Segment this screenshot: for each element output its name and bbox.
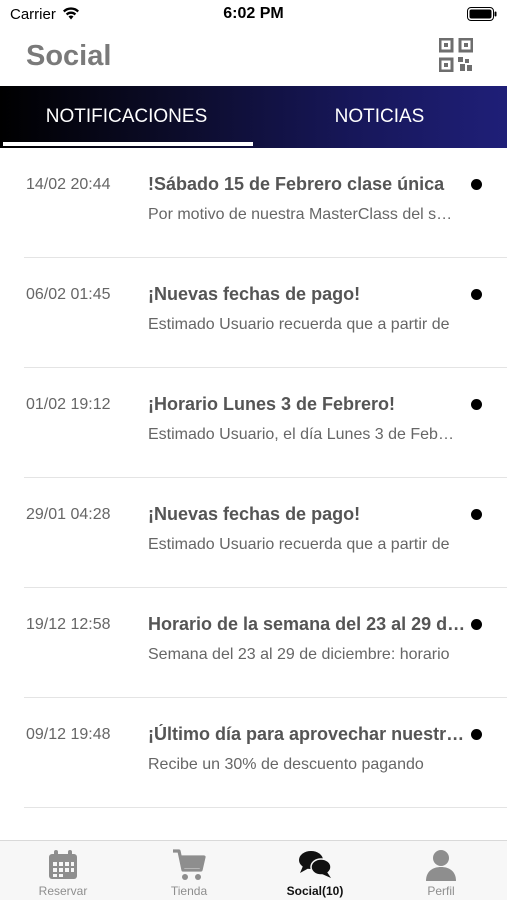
notification-preview: Estimado Usuario recuerda que a partir d…	[148, 316, 450, 333]
notification-row[interactable]: 14/02 20:44 !Sábado 15 de Febrero clase …	[0, 148, 507, 258]
notification-date: 14/02 20:44	[26, 176, 111, 193]
notification-date: 19/12 12:58	[26, 616, 111, 633]
unread-dot-icon	[471, 619, 482, 630]
notification-date: 29/01 04:28	[26, 506, 111, 523]
unread-dot-icon	[471, 399, 482, 410]
notification-date: 06/02 01:45	[26, 286, 111, 303]
cart-icon	[173, 849, 206, 880]
tab-bar-label: Social(10)	[286, 884, 344, 898]
notification-title: ¡Nuevas fechas de pago!	[148, 504, 361, 524]
notification-title: Horario de la semana del 23 al 29 de dic…	[148, 614, 468, 634]
chat-bubbles-icon	[299, 851, 332, 878]
notification-row[interactable]: 29/01 04:28 ¡Nuevas fechas de pago! Esti…	[0, 478, 507, 588]
unread-dot-icon	[471, 729, 482, 740]
unread-dot-icon	[471, 289, 482, 300]
tab-bar-reservar[interactable]: Reservar	[0, 841, 126, 900]
notification-preview: Por motivo de nuestra MasterClass del sá…	[148, 206, 458, 223]
page-title: Social	[26, 40, 112, 72]
bottom-tab-bar: Reservar Tienda Social(10) Perfil	[0, 840, 507, 900]
notification-title: ¡Horario Lunes 3 de Febrero!	[148, 394, 396, 414]
calendar-icon	[49, 850, 77, 879]
qr-code-icon[interactable]	[439, 38, 473, 72]
tab-noticias[interactable]: NOTICIAS	[253, 86, 506, 148]
header: Social	[0, 28, 507, 86]
notification-row[interactable]: 06/02 01:45 ¡Nuevas fechas de pago! Esti…	[0, 258, 507, 368]
notification-title: ¡Nuevas fechas de pago!	[148, 284, 361, 304]
user-icon	[426, 850, 456, 881]
notification-date: 09/12 19:48	[26, 726, 111, 743]
notification-row[interactable]: 01/02 19:12 ¡Horario Lunes 3 de Febrero!…	[0, 368, 507, 478]
notification-list[interactable]: 14/02 20:44 !Sábado 15 de Febrero clase …	[0, 148, 507, 840]
active-tab-indicator	[3, 142, 253, 146]
battery-icon	[467, 7, 497, 21]
status-bar: Carrier 6:02 PM	[0, 0, 507, 28]
tab-bar-tienda[interactable]: Tienda	[126, 841, 252, 900]
tab-bar-label: Perfil	[427, 884, 455, 898]
notification-row[interactable]: 09/12 19:48 ¡Último día para aprovechar …	[0, 698, 507, 808]
tab-bar-social[interactable]: Social(10)	[252, 841, 378, 900]
tab-bar-label: Reservar	[38, 884, 88, 898]
notification-preview: Semana del 23 al 29 de diciembre: horari…	[148, 646, 450, 663]
tab-notificaciones[interactable]: NOTIFICACIONES	[0, 86, 253, 148]
notification-row[interactable]: 19/12 12:58 Horario de la semana del 23 …	[0, 588, 507, 698]
notification-title: !Sábado 15 de Febrero clase única	[148, 174, 445, 194]
unread-dot-icon	[471, 179, 482, 190]
status-time: 6:02 PM	[223, 5, 284, 22]
tab-bar-label: Tienda	[170, 884, 208, 898]
unread-dot-icon	[471, 509, 482, 520]
notification-preview: Recibe un 30% de descuento pagando	[148, 756, 424, 773]
notification-date: 01/02 19:12	[26, 396, 111, 413]
notification-title: ¡Último día para aprovechar nuestra ofer…	[148, 724, 468, 744]
notification-preview: Estimado Usuario recuerda que a partir d…	[148, 536, 450, 553]
notification-preview: Estimado Usuario, el día Lunes 3 de Febr…	[148, 426, 458, 443]
tab-bar-perfil[interactable]: Perfil	[378, 841, 504, 900]
segment-tabs: NOTIFICACIONES NOTICIAS	[0, 86, 507, 148]
